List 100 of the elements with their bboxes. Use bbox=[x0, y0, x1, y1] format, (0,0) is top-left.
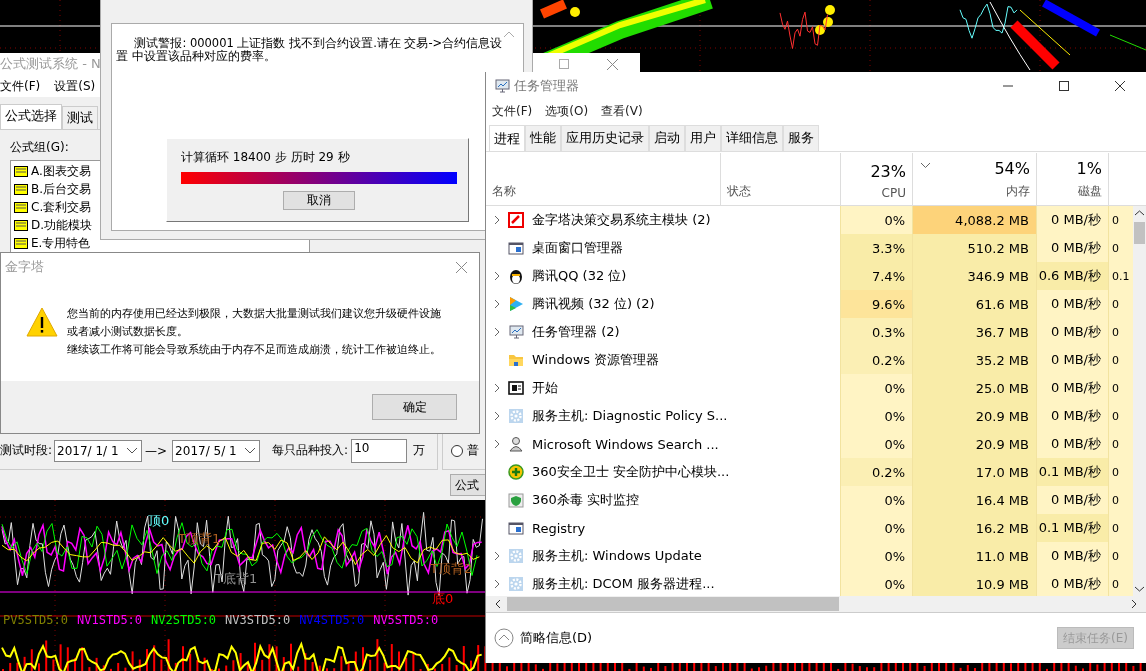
tab[interactable]: 详细信息 bbox=[721, 125, 783, 151]
folder-icon bbox=[14, 165, 28, 177]
column-header[interactable]: 状态 bbox=[720, 153, 840, 205]
cancel-button[interactable]: 取消 bbox=[282, 191, 355, 210]
chevron-right-icon[interactable] bbox=[494, 271, 500, 281]
tab[interactable]: 性能 bbox=[525, 125, 561, 151]
list-item[interactable]: E.专用特色 bbox=[31, 234, 91, 252]
menu-item[interactable]: 查看(V) bbox=[601, 102, 643, 120]
process-name[interactable]: 金字塔决策交易系统主模块 (2) bbox=[532, 211, 711, 229]
process-name[interactable]: 开始 bbox=[532, 379, 558, 397]
formula-button[interactable]: 公式 bbox=[450, 474, 485, 496]
menu-item[interactable]: 设置(S) bbox=[54, 77, 96, 95]
legend-item: NV1STD5:0 bbox=[77, 613, 143, 627]
process-name[interactable]: 桌面窗口管理器 bbox=[532, 239, 623, 257]
table-cell: 0.3% bbox=[840, 318, 912, 346]
process-name[interactable]: 腾讯QQ (32 位) bbox=[532, 267, 627, 285]
date-field[interactable]: 2017/ 5/ 1 bbox=[172, 439, 261, 462]
list-item[interactable]: C.套利交易 bbox=[31, 198, 92, 216]
process-name[interactable]: 服务主机: Windows Update bbox=[532, 547, 702, 565]
trend-line bbox=[1109, 34, 1146, 51]
table-cell: 0 MB/秒 bbox=[1036, 318, 1108, 346]
table-cell: 4,088.2 MB bbox=[912, 206, 1036, 234]
process-name[interactable]: 服务主机: DCOM 服务器进程... bbox=[532, 575, 715, 593]
menu-item[interactable]: 选项(O) bbox=[545, 102, 589, 120]
summary-link[interactable]: 简略信息(D) bbox=[520, 629, 593, 647]
tab[interactable]: 公式选择 bbox=[0, 104, 62, 129]
chevron-right-icon[interactable] bbox=[494, 551, 500, 561]
horizontal-scrollbar[interactable] bbox=[486, 596, 1146, 612]
table-cell: 16.4 MB bbox=[912, 486, 1036, 514]
table-cell: 17.0 MB bbox=[912, 458, 1036, 486]
penguin-icon bbox=[508, 268, 524, 284]
chevron-right-icon[interactable] bbox=[494, 327, 500, 337]
process-name[interactable]: 360安全卫士 安全防护中心模块... bbox=[532, 463, 730, 481]
table-cell: 0.1 MB/秒 bbox=[1036, 514, 1108, 542]
message-text: 测试警报: 000001 上证指数 找不到合约设置.请在 交易->合约信息设置 中设置该品种对应的费率。 bbox=[116, 37, 504, 63]
chevron-right-icon[interactable] bbox=[494, 411, 500, 421]
process-name[interactable]: Windows 资源管理器 bbox=[532, 351, 660, 369]
column-header[interactable]: 54% 内存 bbox=[912, 153, 1036, 205]
table-cell: 510.2 MB bbox=[912, 234, 1036, 262]
table-cell: 0% bbox=[840, 542, 912, 570]
scroll-thumb[interactable] bbox=[1134, 222, 1145, 244]
legend-item: NV2STD5:0 bbox=[151, 613, 217, 627]
menu-item[interactable]: 文件(F) bbox=[492, 102, 533, 120]
tab[interactable]: 应用历史记录 bbox=[561, 125, 649, 151]
table-cell: 0 bbox=[1108, 430, 1133, 458]
scroll-up-icon[interactable] bbox=[1135, 210, 1144, 216]
monitor-icon bbox=[494, 79, 510, 93]
column-header[interactable]: 名称 bbox=[486, 153, 720, 205]
chevron-right-icon[interactable] bbox=[494, 383, 500, 393]
chevron-right-icon[interactable] bbox=[494, 215, 500, 225]
process-name[interactable]: Microsoft Windows Search ... bbox=[532, 436, 719, 452]
process-name[interactable]: 腾讯视频 (32 位) (2) bbox=[532, 295, 655, 313]
window-icon bbox=[508, 380, 524, 396]
scroll-left-icon[interactable] bbox=[495, 599, 501, 609]
table-cell: 0 MB/秒 bbox=[1036, 234, 1108, 262]
vertical-scrollbar[interactable] bbox=[1133, 206, 1146, 596]
table-cell: 0 MB/秒 bbox=[1036, 402, 1108, 430]
radio-button[interactable] bbox=[451, 444, 463, 457]
tab[interactable]: 用户 bbox=[685, 125, 721, 151]
input-field[interactable]: 10 bbox=[351, 438, 408, 463]
table-cell: 0 bbox=[1108, 570, 1133, 596]
column-header[interactable]: 23% CPU bbox=[840, 153, 912, 205]
list-item[interactable]: A.图表交易 bbox=[31, 162, 91, 180]
table-cell: 11.0 MB bbox=[912, 542, 1036, 570]
table-cell: 0 bbox=[1108, 374, 1133, 402]
table-cell: 0 bbox=[1108, 402, 1133, 430]
list-item[interactable]: D.功能模块 bbox=[31, 216, 93, 234]
ok-button[interactable]: 确定 bbox=[372, 394, 457, 420]
maximize-icon[interactable] bbox=[1058, 80, 1070, 92]
gear-icon bbox=[508, 408, 524, 424]
gear-icon bbox=[508, 576, 524, 592]
message-text: 继续该工作将可能会导致系统由于内存不足而造成崩溃，统计工作被迫终止。 bbox=[67, 342, 441, 358]
tab[interactable]: 启动 bbox=[649, 125, 685, 151]
dialog-title: 金字塔 bbox=[5, 258, 44, 276]
price-line bbox=[779, 11, 828, 49]
process-name[interactable]: Registry bbox=[532, 520, 586, 536]
menu-item[interactable]: 文件(F) bbox=[0, 77, 41, 95]
unit-label: 万 bbox=[413, 442, 426, 459]
close-icon[interactable] bbox=[1114, 80, 1126, 92]
scroll-thumb[interactable] bbox=[507, 597, 839, 611]
tab[interactable]: 进程 bbox=[489, 125, 525, 151]
column-header[interactable]: 1% 磁盘 bbox=[1036, 153, 1108, 205]
date-field[interactable]: 2017/ 1/ 1 bbox=[54, 439, 143, 462]
chevron-right-icon[interactable] bbox=[494, 299, 500, 309]
folder-icon bbox=[508, 352, 524, 368]
process-name[interactable]: 360杀毒 实时监控 bbox=[532, 491, 639, 509]
field-label: 公式组(G): bbox=[10, 139, 69, 156]
app-icon bbox=[508, 212, 524, 228]
list-item[interactable]: B.后台交易 bbox=[31, 180, 92, 198]
scroll-right-icon[interactable] bbox=[1131, 599, 1137, 609]
process-name[interactable]: 任务管理器 (2) bbox=[532, 323, 620, 341]
tab[interactable]: 测试 bbox=[62, 106, 98, 129]
radio-label: 普 bbox=[467, 442, 479, 459]
chevron-right-icon[interactable] bbox=[494, 579, 500, 589]
scroll-down-icon[interactable] bbox=[1135, 586, 1144, 592]
collapse-icon[interactable] bbox=[494, 628, 514, 648]
tab[interactable]: 服务 bbox=[783, 125, 819, 151]
folder-icon bbox=[14, 183, 28, 195]
process-name[interactable]: 服务主机: Diagnostic Policy S... bbox=[532, 407, 728, 425]
chevron-right-icon[interactable] bbox=[494, 439, 500, 449]
